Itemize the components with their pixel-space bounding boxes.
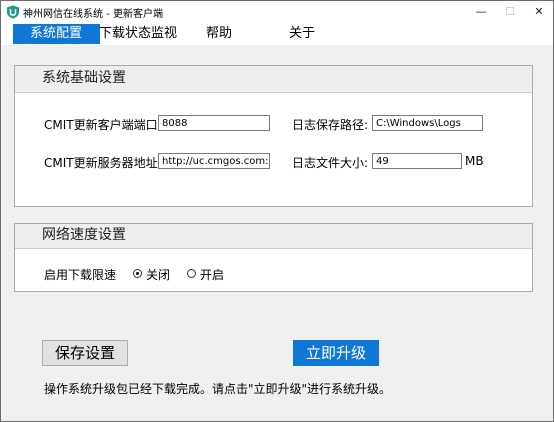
network-settings-header: 网络速度设置 (15, 224, 532, 249)
log-size-field[interactable]: 49 (372, 153, 462, 169)
network-settings-panel: 网络速度设置 启用下载限速 关闭 开启 (14, 223, 533, 292)
menu-bar: 系统配置 下载状态监视 帮助 关于 (1, 23, 553, 45)
server-address-label: CMIT更新服务器地址: (44, 156, 162, 170)
title-bar: 神州网信在线系统 - 更新客户端 — ☐ ✕ (1, 1, 553, 23)
status-message: 操作系统升级包已经下载完成。请点击"立即升级"进行系统升级。 (44, 382, 392, 396)
log-path-label: 日志保存路径: (292, 118, 369, 132)
throttle-off-radio[interactable] (133, 269, 142, 278)
menu-item-system-config[interactable]: 系统配置 (13, 24, 101, 44)
window-title: 神州网信在线系统 - 更新客户端 (23, 9, 163, 20)
minimize-button[interactable]: — (471, 3, 491, 21)
app-window: 神州网信在线系统 - 更新客户端 — ☐ ✕ 系统配置 下载状态监视 帮助 关于… (0, 0, 554, 422)
basic-settings-header: 系统基础设置 (15, 66, 532, 93)
close-button[interactable]: ✕ (529, 3, 549, 21)
throttle-on-radio[interactable] (187, 269, 196, 278)
menu-item-download-monitor[interactable]: 下载状态监视 (99, 24, 177, 44)
log-size-unit: MB (465, 154, 484, 168)
menu-item-help[interactable]: 帮助 (206, 24, 232, 44)
upgrade-now-button[interactable]: 立即升级 (293, 340, 379, 366)
log-size-label: 日志文件大小: (292, 156, 369, 170)
server-address-field[interactable]: http://uc.cmgos.com:80 (158, 153, 270, 169)
network-settings-title: 网络速度设置 (42, 227, 126, 243)
menu-item-about[interactable]: 关于 (289, 24, 315, 44)
download-throttle-label: 启用下载限速 (44, 268, 117, 282)
throttle-off-label[interactable]: 关闭 (146, 266, 170, 283)
shield-logo-icon (7, 5, 19, 19)
basic-settings-panel: 系统基础设置 CMIT更新客户端端口: 8088 日志保存路径: C:\Wind… (14, 65, 533, 207)
throttle-on-label[interactable]: 开启 (200, 266, 224, 283)
maximize-button[interactable]: ☐ (500, 3, 520, 21)
basic-settings-title: 系统基础设置 (42, 70, 126, 86)
save-settings-button[interactable]: 保存设置 (42, 340, 128, 366)
port-label: CMIT更新客户端端口: (44, 118, 162, 132)
port-field[interactable]: 8088 (158, 115, 270, 131)
log-path-field[interactable]: C:\Windows\Logs (372, 115, 483, 131)
